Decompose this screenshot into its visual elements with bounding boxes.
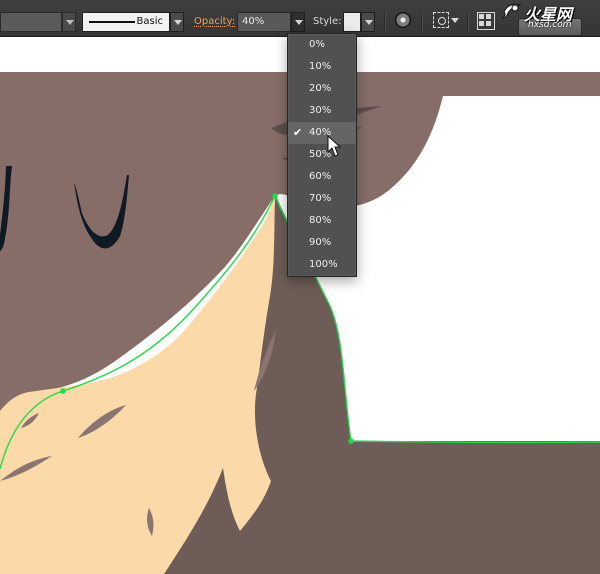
opacity-dropdown-menu[interactable]: 0% 10% 20% 30% ✔ 40% 50% 60% 70% 80% 90%… [287, 33, 357, 277]
opacity-dropdown-arrow[interactable] [291, 12, 305, 32]
opacity-input[interactable]: 40% [237, 12, 291, 32]
fill-stroke-field[interactable] [0, 12, 62, 32]
site-watermark: 火星网 hxsd.com [500, 1, 596, 36]
watermark-url: hxsd.com [528, 20, 572, 30]
toolbar-divider [467, 12, 468, 32]
opacity-option-40[interactable]: ✔ 40% [288, 122, 356, 144]
transform-each-dropdown-icon[interactable] [451, 17, 459, 25]
stroke-line-preview [89, 21, 135, 23]
opacity-option-20[interactable]: 20% [288, 78, 356, 100]
opacity-option-10[interactable]: 10% [288, 56, 356, 78]
opacity-option-0[interactable]: 0% [288, 34, 356, 56]
style-label: Style: [313, 16, 342, 27]
opacity-label: Opacity: [194, 16, 236, 27]
opacity-option-70[interactable]: 70% [288, 188, 356, 210]
fill-stroke-dropdown-arrow[interactable] [62, 12, 76, 32]
stroke-profile-dropdown[interactable]: Basic [82, 12, 170, 32]
toolbar-divider [421, 12, 422, 32]
toolbar-divider [384, 12, 385, 32]
anchor-point-top[interactable] [272, 193, 278, 199]
opacity-option-50[interactable]: 50% [288, 144, 356, 166]
opacity-option-100[interactable]: 100% [288, 254, 356, 276]
style-dropdown-arrow[interactable] [361, 12, 375, 32]
watermark-box: 火星网 hxsd.com [500, 1, 596, 36]
transform-each-icon[interactable] [433, 12, 449, 28]
checkmark-icon: ✔ [293, 126, 303, 139]
stroke-profile-arrow[interactable] [170, 12, 184, 32]
anchor-point-right[interactable] [348, 438, 354, 444]
opacity-option-80[interactable]: 80% [288, 210, 356, 232]
stroke-profile-label: Basic [136, 16, 163, 27]
watermark-logo-icon [502, 3, 522, 19]
align-options-icon[interactable] [477, 12, 495, 30]
control-bar: Basic Opacity: 40% Style: 火星网 hxsd.com [0, 0, 600, 37]
opacity-option-30[interactable]: 30% [288, 100, 356, 122]
opacity-option-60[interactable]: 60% [288, 166, 356, 188]
recolor-artwork-icon[interactable] [395, 12, 411, 28]
style-swatch[interactable] [343, 12, 361, 32]
opacity-option-90[interactable]: 90% [288, 232, 356, 254]
anchor-point-left[interactable] [60, 388, 66, 394]
opacity-option-40-label: 40% [309, 127, 332, 138]
